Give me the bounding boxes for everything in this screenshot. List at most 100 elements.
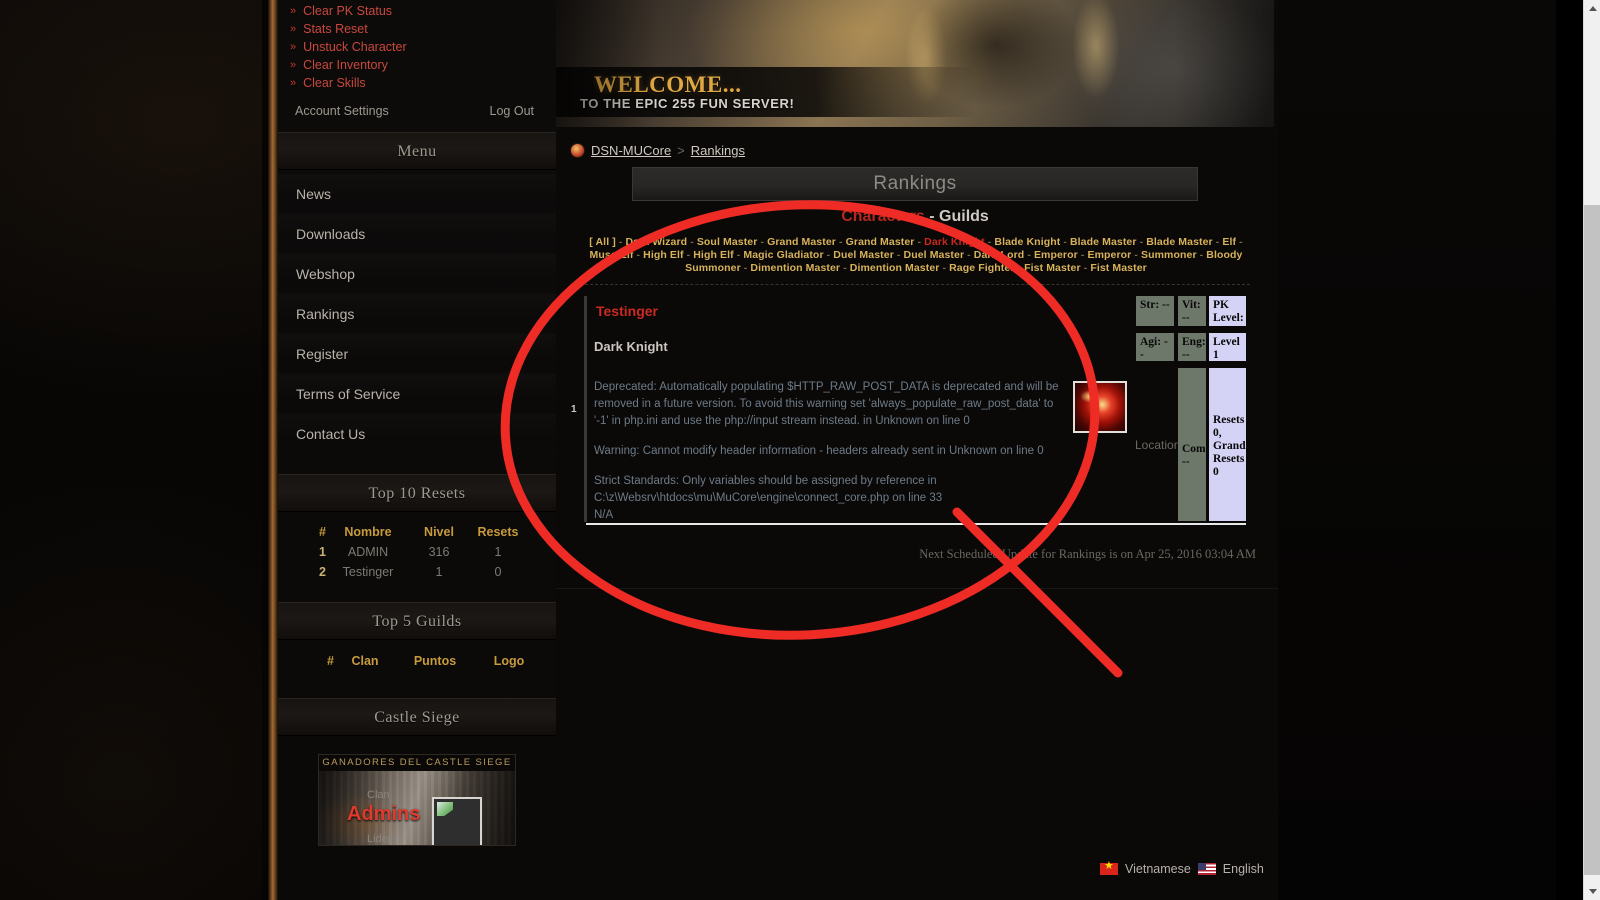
- class-filter-separator: -: [964, 249, 974, 261]
- language-english[interactable]: English: [1223, 862, 1264, 876]
- class-filter-duel-master[interactable]: Duel Master: [904, 249, 965, 261]
- banner-artwork: [886, 0, 1176, 127]
- class-filter-fist-master[interactable]: Fist Master: [1024, 262, 1081, 274]
- account-action-stats-reset[interactable]: » Stats Reset: [278, 20, 556, 38]
- column-header-rank: #: [327, 654, 334, 668]
- account-footer: Account Settings Log Out: [278, 92, 556, 118]
- tab-guilds[interactable]: Guilds: [939, 208, 989, 225]
- class-filter-blade-master[interactable]: Blade Master: [1146, 236, 1213, 248]
- cell-level: 316: [428, 545, 450, 559]
- bullet-icon: »: [290, 76, 297, 89]
- bullet-icon: »: [290, 58, 297, 71]
- sidebar-item-webshop[interactable]: Webshop: [278, 254, 556, 294]
- class-filter-fist-master[interactable]: Fist Master: [1090, 262, 1147, 274]
- class-filter-elf[interactable]: Elf: [1222, 236, 1236, 248]
- class-filter-separator: -: [835, 236, 846, 248]
- scrollbar-down-button[interactable]: [1584, 883, 1600, 900]
- column-header-name: Nombre: [344, 525, 392, 539]
- cell-level: 1: [435, 565, 443, 579]
- column-header-level: Nivel: [424, 525, 454, 539]
- bullet-icon: »: [290, 40, 297, 53]
- castle-siege-clan-label: Clan: [367, 789, 390, 801]
- castle-siege-banner-title: GANADORES DEL CASTLE SIEGE: [319, 755, 515, 771]
- site-page: » Clear PK Status » Stats Reset » Unstuc…: [0, 0, 1556, 900]
- menu-nav-list: News Downloads Webshop Rankings Register…: [278, 170, 556, 460]
- class-filter-soul-master[interactable]: Soul Master: [697, 236, 758, 248]
- chevron-down-icon: [1589, 889, 1597, 894]
- class-filter-grand-master[interactable]: Grand Master: [846, 236, 915, 248]
- class-filter-muse-elf[interactable]: Muse Elf: [590, 249, 634, 261]
- account-action-clear-pk-status[interactable]: » Clear PK Status: [278, 2, 556, 20]
- class-filter-emperor[interactable]: Emperor: [1087, 249, 1131, 261]
- class-filter-all[interactable]: [ All ]: [589, 236, 616, 248]
- character-name[interactable]: Testinger: [596, 303, 658, 319]
- divider: [580, 284, 1250, 285]
- class-filter-duel-master[interactable]: Duel Master: [833, 249, 894, 261]
- tab-separator: -: [929, 208, 935, 225]
- class-filter-dimention-master[interactable]: Dimention Master: [850, 262, 940, 274]
- account-actions-list: » Clear PK Status » Stats Reset » Unstuc…: [278, 0, 556, 92]
- sidebar-item-news[interactable]: News: [278, 174, 556, 214]
- class-filter-separator: -: [914, 236, 925, 248]
- class-filter-dark-knight[interactable]: Dark Knight: [924, 236, 985, 248]
- class-filter-dimention-master[interactable]: Dimention Master: [750, 262, 840, 274]
- class-filter-dark-wizard[interactable]: Dark Wizard: [625, 236, 687, 248]
- class-filter-separator: -: [1024, 249, 1034, 261]
- class-filter-separator: -: [1080, 262, 1091, 274]
- cell-rank: 2: [319, 565, 326, 579]
- castle-siege-leader-label: Lider: [367, 833, 392, 845]
- class-filter-emperor[interactable]: Emperor: [1034, 249, 1078, 261]
- class-filter-separator: -: [939, 262, 950, 274]
- table-row[interactable]: 2 Testinger 1 0: [278, 562, 556, 582]
- breadcrumb-current-link[interactable]: Rankings: [691, 143, 745, 158]
- account-action-unstuck-character[interactable]: » Unstuck Character: [278, 38, 556, 56]
- stat-vitality: Vit: --: [1178, 296, 1206, 326]
- class-filter-dark-lord[interactable]: Dark Lord: [974, 249, 1025, 261]
- class-filter-grand-master[interactable]: Grand Master: [767, 236, 836, 248]
- column-header-resets: Resets: [477, 525, 519, 539]
- cell-name: Testinger: [342, 565, 394, 579]
- rankings-tabs: Characters - Guilds: [556, 208, 1274, 226]
- tab-characters[interactable]: Characters: [841, 208, 925, 225]
- account-action-clear-inventory[interactable]: » Clear Inventory: [278, 56, 556, 74]
- sidebar-item-contact-us[interactable]: Contact Us: [278, 414, 556, 454]
- class-filter-separator: -: [740, 262, 751, 274]
- sidebar-item-register[interactable]: Register: [278, 334, 556, 374]
- class-filter-separator: -: [633, 249, 644, 261]
- flag-usa-icon[interactable]: [1197, 863, 1216, 875]
- breadcrumb-separator: >: [677, 143, 685, 158]
- banner-subtitle-text: TO THE EPIC 255 FUN SERVER!: [580, 96, 795, 111]
- language-vietnamese[interactable]: Vietnamese: [1125, 862, 1191, 876]
- account-action-clear-skills[interactable]: » Clear Skills: [278, 74, 556, 92]
- vertical-scrollbar[interactable]: [1583, 0, 1600, 900]
- scrollbar-up-button[interactable]: [1584, 0, 1600, 17]
- class-filter-separator: -: [683, 249, 694, 261]
- breadcrumb-home-link[interactable]: DSN-MUCore: [591, 143, 671, 158]
- content-bottom-divider: [556, 588, 1278, 589]
- class-filter-high-elf[interactable]: High Elf: [693, 249, 733, 261]
- class-filter-summoner[interactable]: Summoner: [1141, 249, 1197, 261]
- top-guilds-table-header: # Clan Puntos Logo: [278, 640, 556, 684]
- column-header-rank: #: [319, 525, 326, 539]
- sidebar-item-downloads[interactable]: Downloads: [278, 214, 556, 254]
- account-settings-link[interactable]: Account Settings: [295, 104, 389, 118]
- class-filter-rage-fighter[interactable]: Rage Fighter: [949, 262, 1014, 274]
- language-selector: Vietnamese English: [1100, 860, 1264, 876]
- column-header-clan: Clan: [351, 654, 379, 668]
- character-location-label: Location: [1135, 438, 1181, 452]
- scrollbar-thumb[interactable]: [1584, 205, 1600, 875]
- class-filter-high-elf[interactable]: High Elf: [643, 249, 683, 261]
- cell-resets: 0: [494, 565, 502, 579]
- class-filter-magic-gladiator[interactable]: Magic Gladiator: [743, 249, 823, 261]
- class-filter-separator: -: [893, 249, 904, 261]
- sidebar-item-terms-of-service[interactable]: Terms of Service: [278, 374, 556, 414]
- sidebar-item-rankings[interactable]: Rankings: [278, 294, 556, 334]
- account-action-label: Clear Inventory: [303, 58, 388, 72]
- class-filter-blade-knight[interactable]: Blade Knight: [994, 236, 1060, 248]
- guild-logo-icon: [432, 797, 482, 845]
- logout-link[interactable]: Log Out: [490, 104, 534, 118]
- class-filter-blade-master[interactable]: Blade Master: [1070, 236, 1137, 248]
- table-row[interactable]: 1 ADMIN 316 1: [278, 542, 556, 562]
- castle-siege-banner[interactable]: GANADORES DEL CASTLE SIEGE Clan Admins L…: [318, 754, 516, 846]
- flag-vietnam-icon[interactable]: [1100, 860, 1118, 875]
